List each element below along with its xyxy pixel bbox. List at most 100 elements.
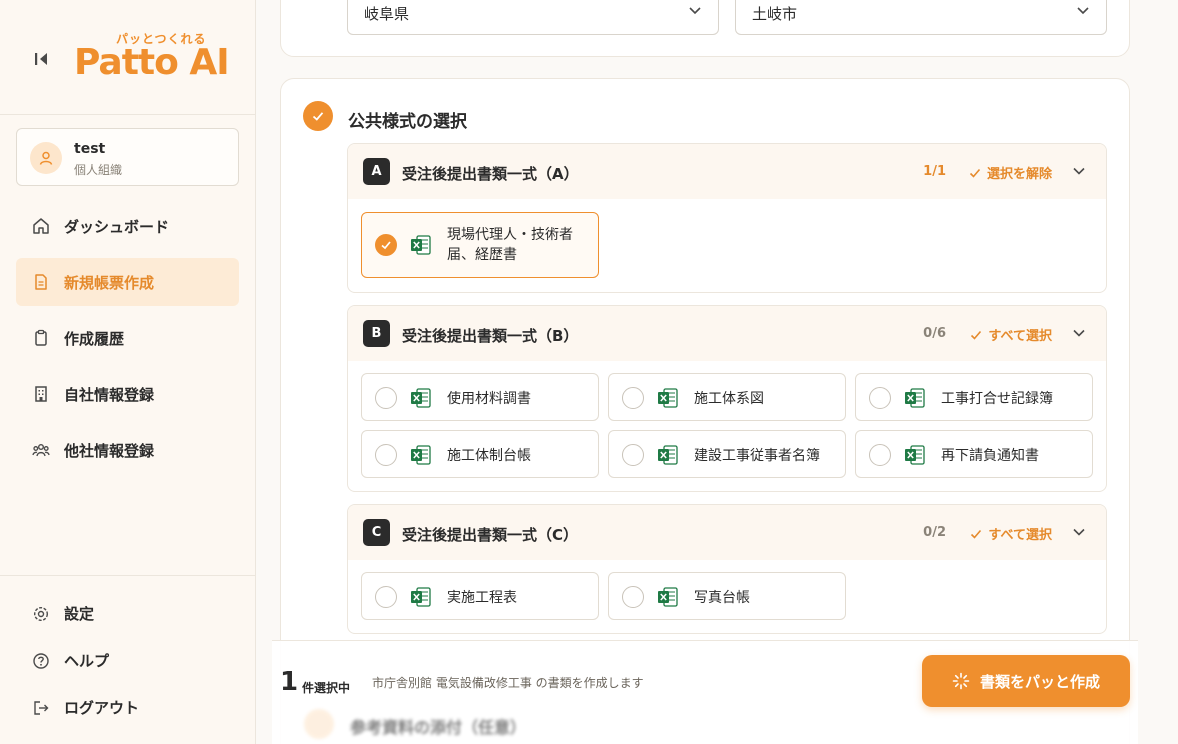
logo: パッとつくれる Patto AI — [74, 30, 234, 83]
nav-history[interactable]: 作成履歴 — [16, 314, 239, 362]
form-item-label: 施工体制台帳 — [447, 448, 531, 464]
nav-label: 自社情報登録 — [64, 385, 155, 404]
collapse-icon — [35, 53, 47, 65]
nav-label: 他社情報登録 — [64, 441, 155, 460]
checkbox[interactable] — [622, 586, 644, 608]
excel-file-icon — [411, 235, 431, 255]
form-item[interactable]: 施工体系図 — [608, 373, 846, 421]
step-badge — [304, 709, 334, 739]
avatar — [30, 142, 62, 174]
form-group-a: A 受注後提出書類一式（A） 1/1 選択を解除 現場代理人・技術者届、経歴書 — [347, 143, 1107, 293]
city-select[interactable]: 土岐市 — [735, 0, 1107, 35]
checkbox[interactable] — [375, 234, 397, 256]
group-header[interactable]: A 受注後提出書類一式（A） 1/1 選択を解除 — [348, 144, 1106, 199]
excel-file-icon — [905, 388, 925, 408]
collapse-sidebar-button[interactable] — [30, 48, 52, 70]
user-name: test — [74, 141, 106, 157]
create-button-label: 書類をパッと作成 — [979, 672, 1100, 691]
clipboard-icon — [35, 329, 47, 346]
group-header[interactable]: C 受注後提出書類一式（C） 0/2 すべて選択 — [348, 505, 1106, 560]
form-item-label: 施工体系図 — [694, 391, 764, 407]
city-value: 土岐市 — [752, 5, 798, 23]
form-item-label: 再下請負通知書 — [941, 448, 1039, 464]
form-item-label: 建設工事従事者名簿 — [694, 448, 820, 464]
group-header[interactable]: B 受注後提出書類一式（B） 0/6 すべて選択 — [348, 306, 1106, 361]
group-title: 受注後提出書類一式（B） — [402, 327, 579, 345]
user-icon — [39, 151, 53, 165]
excel-file-icon — [411, 445, 431, 465]
document-icon — [35, 274, 47, 290]
form-item-label: 実施工程表 — [447, 590, 517, 606]
chevron-down-icon[interactable] — [1072, 326, 1086, 340]
checkbox[interactable] — [622, 387, 644, 409]
step-complete-badge — [303, 101, 333, 131]
users-icon — [32, 444, 50, 457]
select-all-button[interactable]: すべて選択 — [970, 325, 1052, 344]
check-icon — [971, 529, 982, 539]
selection-footer-bar: 参考資料の添付（任意） 1 件選択中 市庁舎別館 電気設備改修工事 の書類を作成… — [272, 640, 1138, 744]
excel-file-icon — [658, 388, 678, 408]
sidebar: パッとつくれる Patto AI test 個人組織 ダッシュボード 新規帳票作… — [0, 0, 256, 744]
chevron-down-icon — [689, 7, 701, 15]
form-item[interactable]: 写真台帳 — [608, 572, 846, 620]
sparkle-icon — [952, 672, 970, 690]
nav-other-companies[interactable]: 他社情報登録 — [16, 426, 239, 474]
nav-help[interactable]: ヘルプ — [16, 637, 240, 684]
select-all-button[interactable]: すべて選択 — [970, 524, 1052, 543]
checkbox[interactable] — [375, 387, 397, 409]
logo-wordmark: Patto AI — [74, 42, 230, 83]
prefecture-value: 岐阜県 — [364, 5, 410, 23]
nav-label: 設定 — [64, 605, 95, 623]
home-icon — [33, 218, 49, 234]
excel-file-icon — [905, 445, 925, 465]
checkbox[interactable] — [869, 387, 891, 409]
nav-logout[interactable]: ログアウト — [16, 684, 240, 731]
nav-label: 新規帳票作成 — [64, 273, 155, 292]
nav-company-info[interactable]: 自社情報登録 — [16, 370, 239, 418]
prefecture-select[interactable]: 岐阜県 — [347, 0, 719, 35]
user-org: 個人組織 — [74, 163, 123, 177]
nav-label: ヘルプ — [64, 652, 110, 670]
chevron-down-icon[interactable] — [1072, 525, 1086, 539]
section-title: 公共様式の選択 — [348, 112, 467, 132]
check-icon — [971, 330, 982, 340]
main-nav: ダッシュボード 新規帳票作成 作成履歴 自社情報登録 他社情報登録 — [16, 202, 239, 482]
nav-dashboard[interactable]: ダッシュボード — [16, 202, 239, 250]
form-item[interactable]: 現場代理人・技術者届、経歴書 — [361, 212, 599, 278]
nav-label: 作成履歴 — [64, 329, 125, 348]
group-count: 1/1 — [923, 164, 946, 179]
excel-file-icon — [411, 587, 431, 607]
selected-count: 1 — [280, 667, 299, 697]
next-section-title: 参考資料の添付（任意） — [350, 718, 527, 737]
group-title: 受注後提出書類一式（A） — [402, 165, 579, 183]
group-letter-badge: A — [363, 158, 390, 185]
nav-label: ログアウト — [64, 699, 140, 717]
nav-settings[interactable]: 設定 — [16, 590, 240, 637]
form-item[interactable]: 工事打合せ記録簿 — [855, 373, 1093, 421]
chevron-down-icon[interactable] — [1072, 164, 1086, 178]
deselect-all-button[interactable]: 選択を解除 — [969, 163, 1052, 182]
create-documents-button[interactable]: 書類をパッと作成 — [922, 655, 1130, 707]
form-item[interactable]: 施工体制台帳 — [361, 430, 599, 478]
help-icon — [33, 652, 49, 669]
nav-label: ダッシュボード — [64, 217, 170, 236]
form-item-label: 現場代理人・技術者届、経歴書 — [447, 227, 573, 263]
check-icon — [381, 241, 391, 250]
form-item[interactable]: 実施工程表 — [361, 572, 599, 620]
form-item[interactable]: 建設工事従事者名簿 — [608, 430, 846, 478]
checkbox[interactable] — [869, 444, 891, 466]
nav-new-document[interactable]: 新規帳票作成 — [16, 258, 239, 306]
form-item-label: 写真台帳 — [694, 590, 750, 606]
user-card[interactable]: test 個人組織 — [16, 128, 239, 186]
excel-file-icon — [411, 388, 431, 408]
form-item[interactable]: 再下請負通知書 — [855, 430, 1093, 478]
checkbox[interactable] — [622, 444, 644, 466]
excel-file-icon — [658, 445, 678, 465]
form-group-c: C 受注後提出書類一式（C） 0/2 すべて選択 実施工程表 写真台帳 — [347, 504, 1107, 634]
checkbox[interactable] — [375, 586, 397, 608]
sidebar-header: パッとつくれる Patto AI — [0, 0, 255, 115]
excel-file-icon — [658, 587, 678, 607]
checkbox[interactable] — [375, 444, 397, 466]
form-group-b: B 受注後提出書類一式（B） 0/6 すべて選択 使用材料調書 施工体系図 工事… — [347, 305, 1107, 492]
form-item[interactable]: 使用材料調書 — [361, 373, 599, 421]
